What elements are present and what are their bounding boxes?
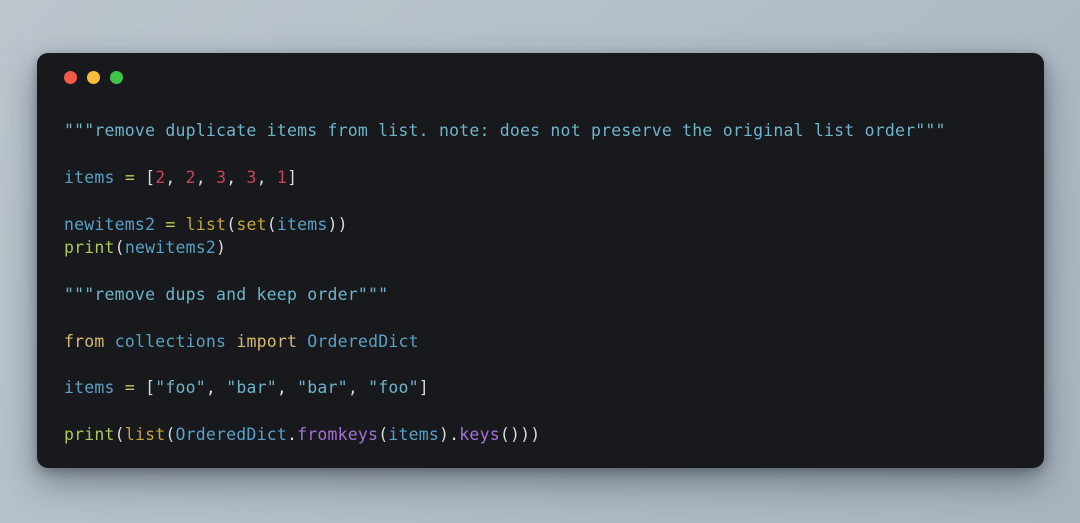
code-token: , <box>347 378 369 398</box>
code-line: print(list(OrderedDict.fromkeys(items).k… <box>64 425 540 444</box>
code-token: newitems2 <box>64 214 156 234</box>
code-token: """remove dups and keep order""" <box>64 284 389 304</box>
code-window: """remove duplicate items from list. not… <box>37 53 1044 468</box>
code-line: """remove duplicate items from list. not… <box>64 121 946 140</box>
code-token: = <box>124 378 135 398</box>
code-token: ( <box>378 425 389 445</box>
code-line: """remove dups and keep order""" <box>64 285 388 304</box>
code-token: 2 <box>185 167 196 187</box>
screenshot-stage: """remove duplicate items from list. not… <box>0 0 1080 523</box>
code-token: , <box>226 167 247 187</box>
code-token: ) <box>216 238 227 258</box>
code-token: ( <box>165 425 176 445</box>
code-line: newitems2 = list(set(items)) <box>64 215 348 234</box>
code-token: , <box>256 167 277 187</box>
code-token: . <box>286 425 298 445</box>
code-token: [ <box>145 378 156 398</box>
code-token: fromkeys <box>297 425 379 445</box>
minimize-button-icon[interactable] <box>87 70 100 84</box>
code-token: items <box>64 378 115 398</box>
code-line: from collections import OrderedDict <box>64 332 419 351</box>
code-token: newitems2 <box>124 238 217 258</box>
code-token: collections <box>114 331 227 351</box>
code-token: ) <box>439 425 450 445</box>
code-token: list <box>124 425 166 445</box>
code-token: ())) <box>499 425 541 445</box>
code-block[interactable]: """remove duplicate items from list. not… <box>64 119 1020 447</box>
code-token: 1 <box>276 167 288 187</box>
code-editor-area[interactable]: """remove duplicate items from list. not… <box>37 101 1044 468</box>
code-token: ( <box>266 214 277 234</box>
code-line: print(newitems2) <box>64 238 226 257</box>
code-token: , <box>165 167 186 187</box>
code-token: from <box>64 331 105 351</box>
code-token: = <box>124 167 135 187</box>
code-token: "foo" <box>155 378 206 398</box>
code-token: list <box>185 214 227 234</box>
code-token: ] <box>418 378 429 398</box>
code-token: set <box>236 214 267 234</box>
code-token: print <box>64 425 115 445</box>
code-token: items <box>388 425 440 445</box>
code-token: OrderedDict <box>175 425 287 445</box>
code-token: items <box>276 214 328 234</box>
code-token: "foo" <box>368 378 419 398</box>
zoom-button-icon[interactable] <box>110 70 123 84</box>
close-button-icon[interactable] <box>64 70 77 84</box>
code-token: )) <box>327 214 348 234</box>
code-token: "bar" <box>226 378 277 398</box>
code-token: 2 <box>155 167 166 187</box>
code-token: , <box>205 378 227 398</box>
window-titlebar[interactable] <box>37 53 1044 101</box>
code-token: ( <box>226 214 237 234</box>
code-token: keys <box>459 425 500 445</box>
code-token: . <box>449 425 460 445</box>
code-line: items = [2, 2, 3, 3, 1] <box>64 168 297 187</box>
code-token: , <box>276 378 298 398</box>
code-token: print <box>64 238 115 258</box>
code-token: , <box>195 167 217 187</box>
code-token: ] <box>287 167 298 187</box>
code-token: items <box>64 167 115 187</box>
code-token: ( <box>114 425 125 445</box>
code-token: OrderedDict <box>307 331 419 351</box>
code-token: ( <box>114 238 125 258</box>
code-token: 3 <box>246 167 257 187</box>
code-token: [ <box>145 167 156 187</box>
code-token: 3 <box>216 167 227 187</box>
code-token: = <box>165 214 176 234</box>
code-token: "bar" <box>297 378 348 398</box>
code-token: """remove duplicate items from list. not… <box>64 121 946 140</box>
code-token: import <box>236 331 298 351</box>
code-line: items = ["foo", "bar", "bar", "foo"] <box>64 378 429 397</box>
